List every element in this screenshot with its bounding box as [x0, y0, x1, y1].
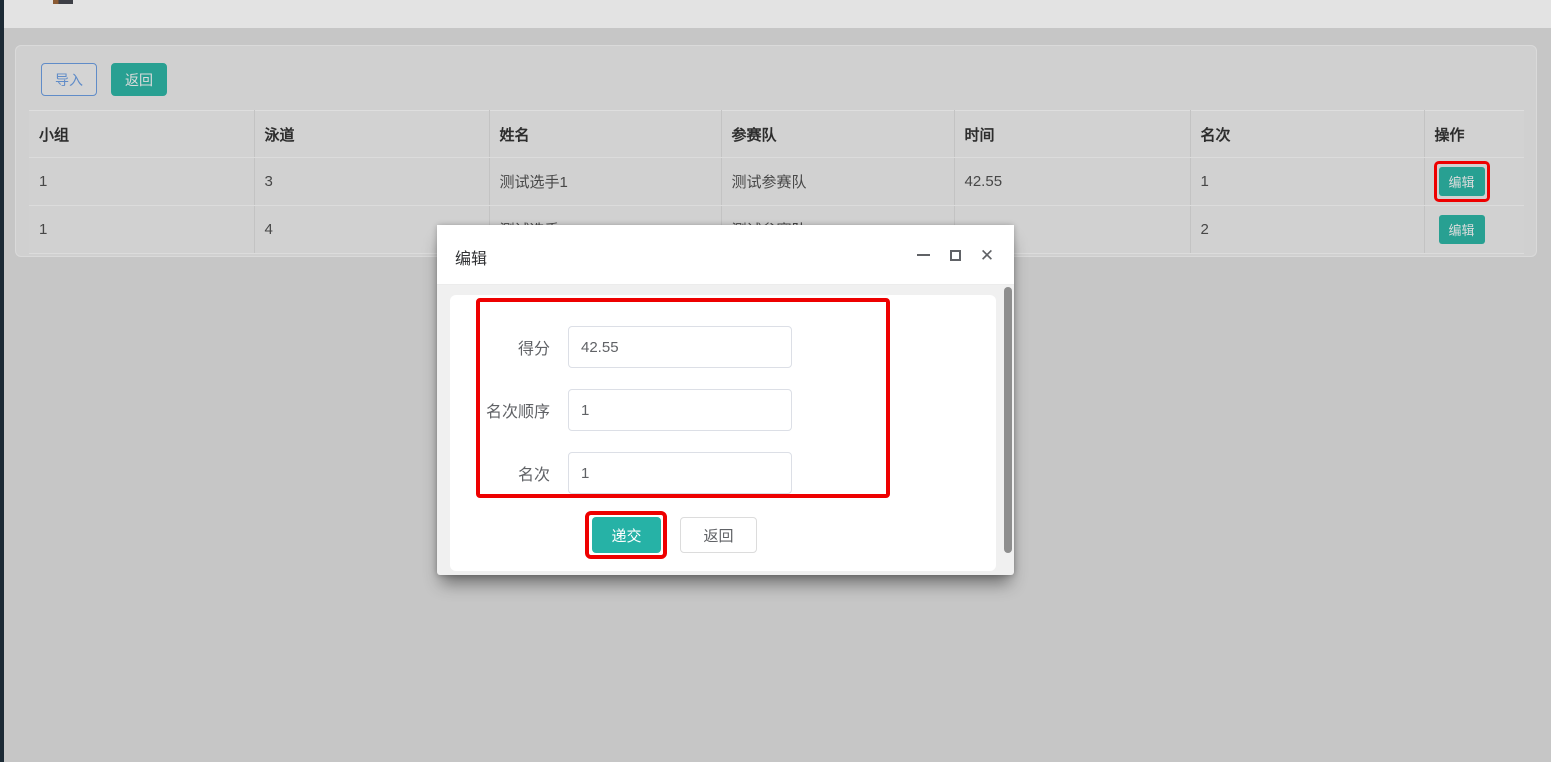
col-header-rank: 名次 — [1190, 111, 1424, 158]
dialog-actions: 递交 返回 — [592, 517, 757, 553]
window-controls: ✕ — [916, 225, 994, 285]
form-row-rank-order: 名次顺序 — [476, 389, 890, 431]
toolbar: 导入 返回 — [41, 63, 167, 96]
minimize-button[interactable] — [916, 248, 930, 262]
rank-input[interactable] — [568, 452, 792, 494]
annotation-box-row-edit: 编辑 — [1439, 167, 1485, 196]
edit-row-button[interactable]: 编辑 — [1439, 167, 1485, 196]
cell-group: 1 — [29, 206, 254, 254]
table-row: 1 3 测试选手1 测试参赛队 42.55 1 编辑 — [29, 158, 1524, 206]
back-button[interactable]: 返回 — [111, 63, 167, 96]
dialog-back-button[interactable]: 返回 — [680, 517, 757, 553]
maximize-icon — [950, 250, 961, 261]
form-row-score: 得分 — [476, 326, 890, 368]
dialog-title: 编辑 — [455, 245, 487, 269]
submit-button[interactable]: 递交 — [592, 517, 661, 553]
browser-chrome-bar — [0, 0, 1551, 28]
dialog-scrollbar[interactable] — [1004, 287, 1012, 553]
cell-actions: 编辑 — [1424, 206, 1524, 254]
col-header-group: 小组 — [29, 111, 254, 158]
score-label: 得分 — [476, 335, 568, 359]
col-header-actions: 操作 — [1424, 111, 1524, 158]
minimize-icon — [917, 254, 930, 256]
close-button[interactable]: ✕ — [980, 248, 994, 262]
col-header-lane: 泳道 — [254, 111, 489, 158]
dialog-titlebar: 编辑 ✕ — [437, 225, 1014, 285]
cell-name: 测试选手1 — [489, 158, 721, 206]
close-icon: ✕ — [980, 247, 994, 264]
table-header-row: 小组 泳道 姓名 参赛队 时间 名次 操作 — [29, 111, 1524, 158]
import-button[interactable]: 导入 — [41, 63, 97, 96]
form-row-rank: 名次 — [476, 452, 890, 494]
cell-team: 测试参赛队 — [721, 158, 954, 206]
rank-order-label: 名次顺序 — [476, 398, 568, 422]
col-header-time: 时间 — [954, 111, 1190, 158]
cell-lane: 3 — [254, 158, 489, 206]
cell-actions: 编辑 — [1424, 158, 1524, 206]
edit-row-button[interactable]: 编辑 — [1439, 215, 1485, 244]
rank-order-input[interactable] — [568, 389, 792, 431]
maximize-button[interactable] — [948, 248, 962, 262]
col-header-name: 姓名 — [489, 111, 721, 158]
score-input[interactable] — [568, 326, 792, 368]
window-edge-strip — [0, 0, 4, 762]
rank-label: 名次 — [476, 461, 568, 485]
cell-rank: 2 — [1190, 206, 1424, 254]
cell-group: 1 — [29, 158, 254, 206]
col-header-team: 参赛队 — [721, 111, 954, 158]
cell-rank: 1 — [1190, 158, 1424, 206]
edit-dialog: 编辑 ✕ 得分 名次顺序 名次 递交 返回 — [437, 225, 1014, 575]
cell-time: 42.55 — [954, 158, 1190, 206]
browser-tab-fragment — [53, 0, 73, 4]
